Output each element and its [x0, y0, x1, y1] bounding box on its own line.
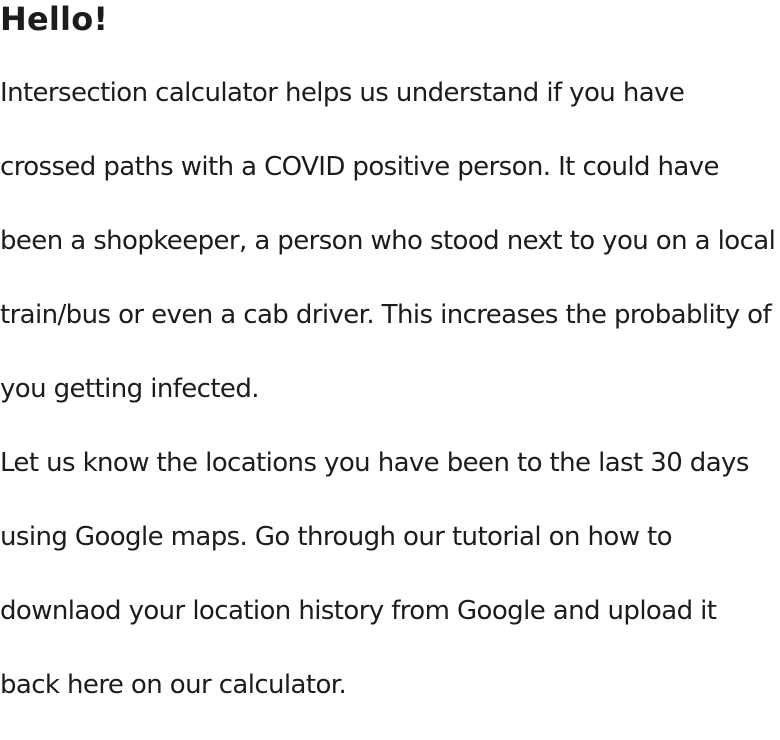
intro-section: Hello! Intersection calculator helps us …	[0, 0, 780, 722]
greeting-heading: Hello!	[0, 0, 109, 38]
intro-paragraph: Intersection calculator helps us underst…	[0, 78, 776, 404]
instructions-paragraph: Let us know the locations you have been …	[0, 448, 749, 700]
